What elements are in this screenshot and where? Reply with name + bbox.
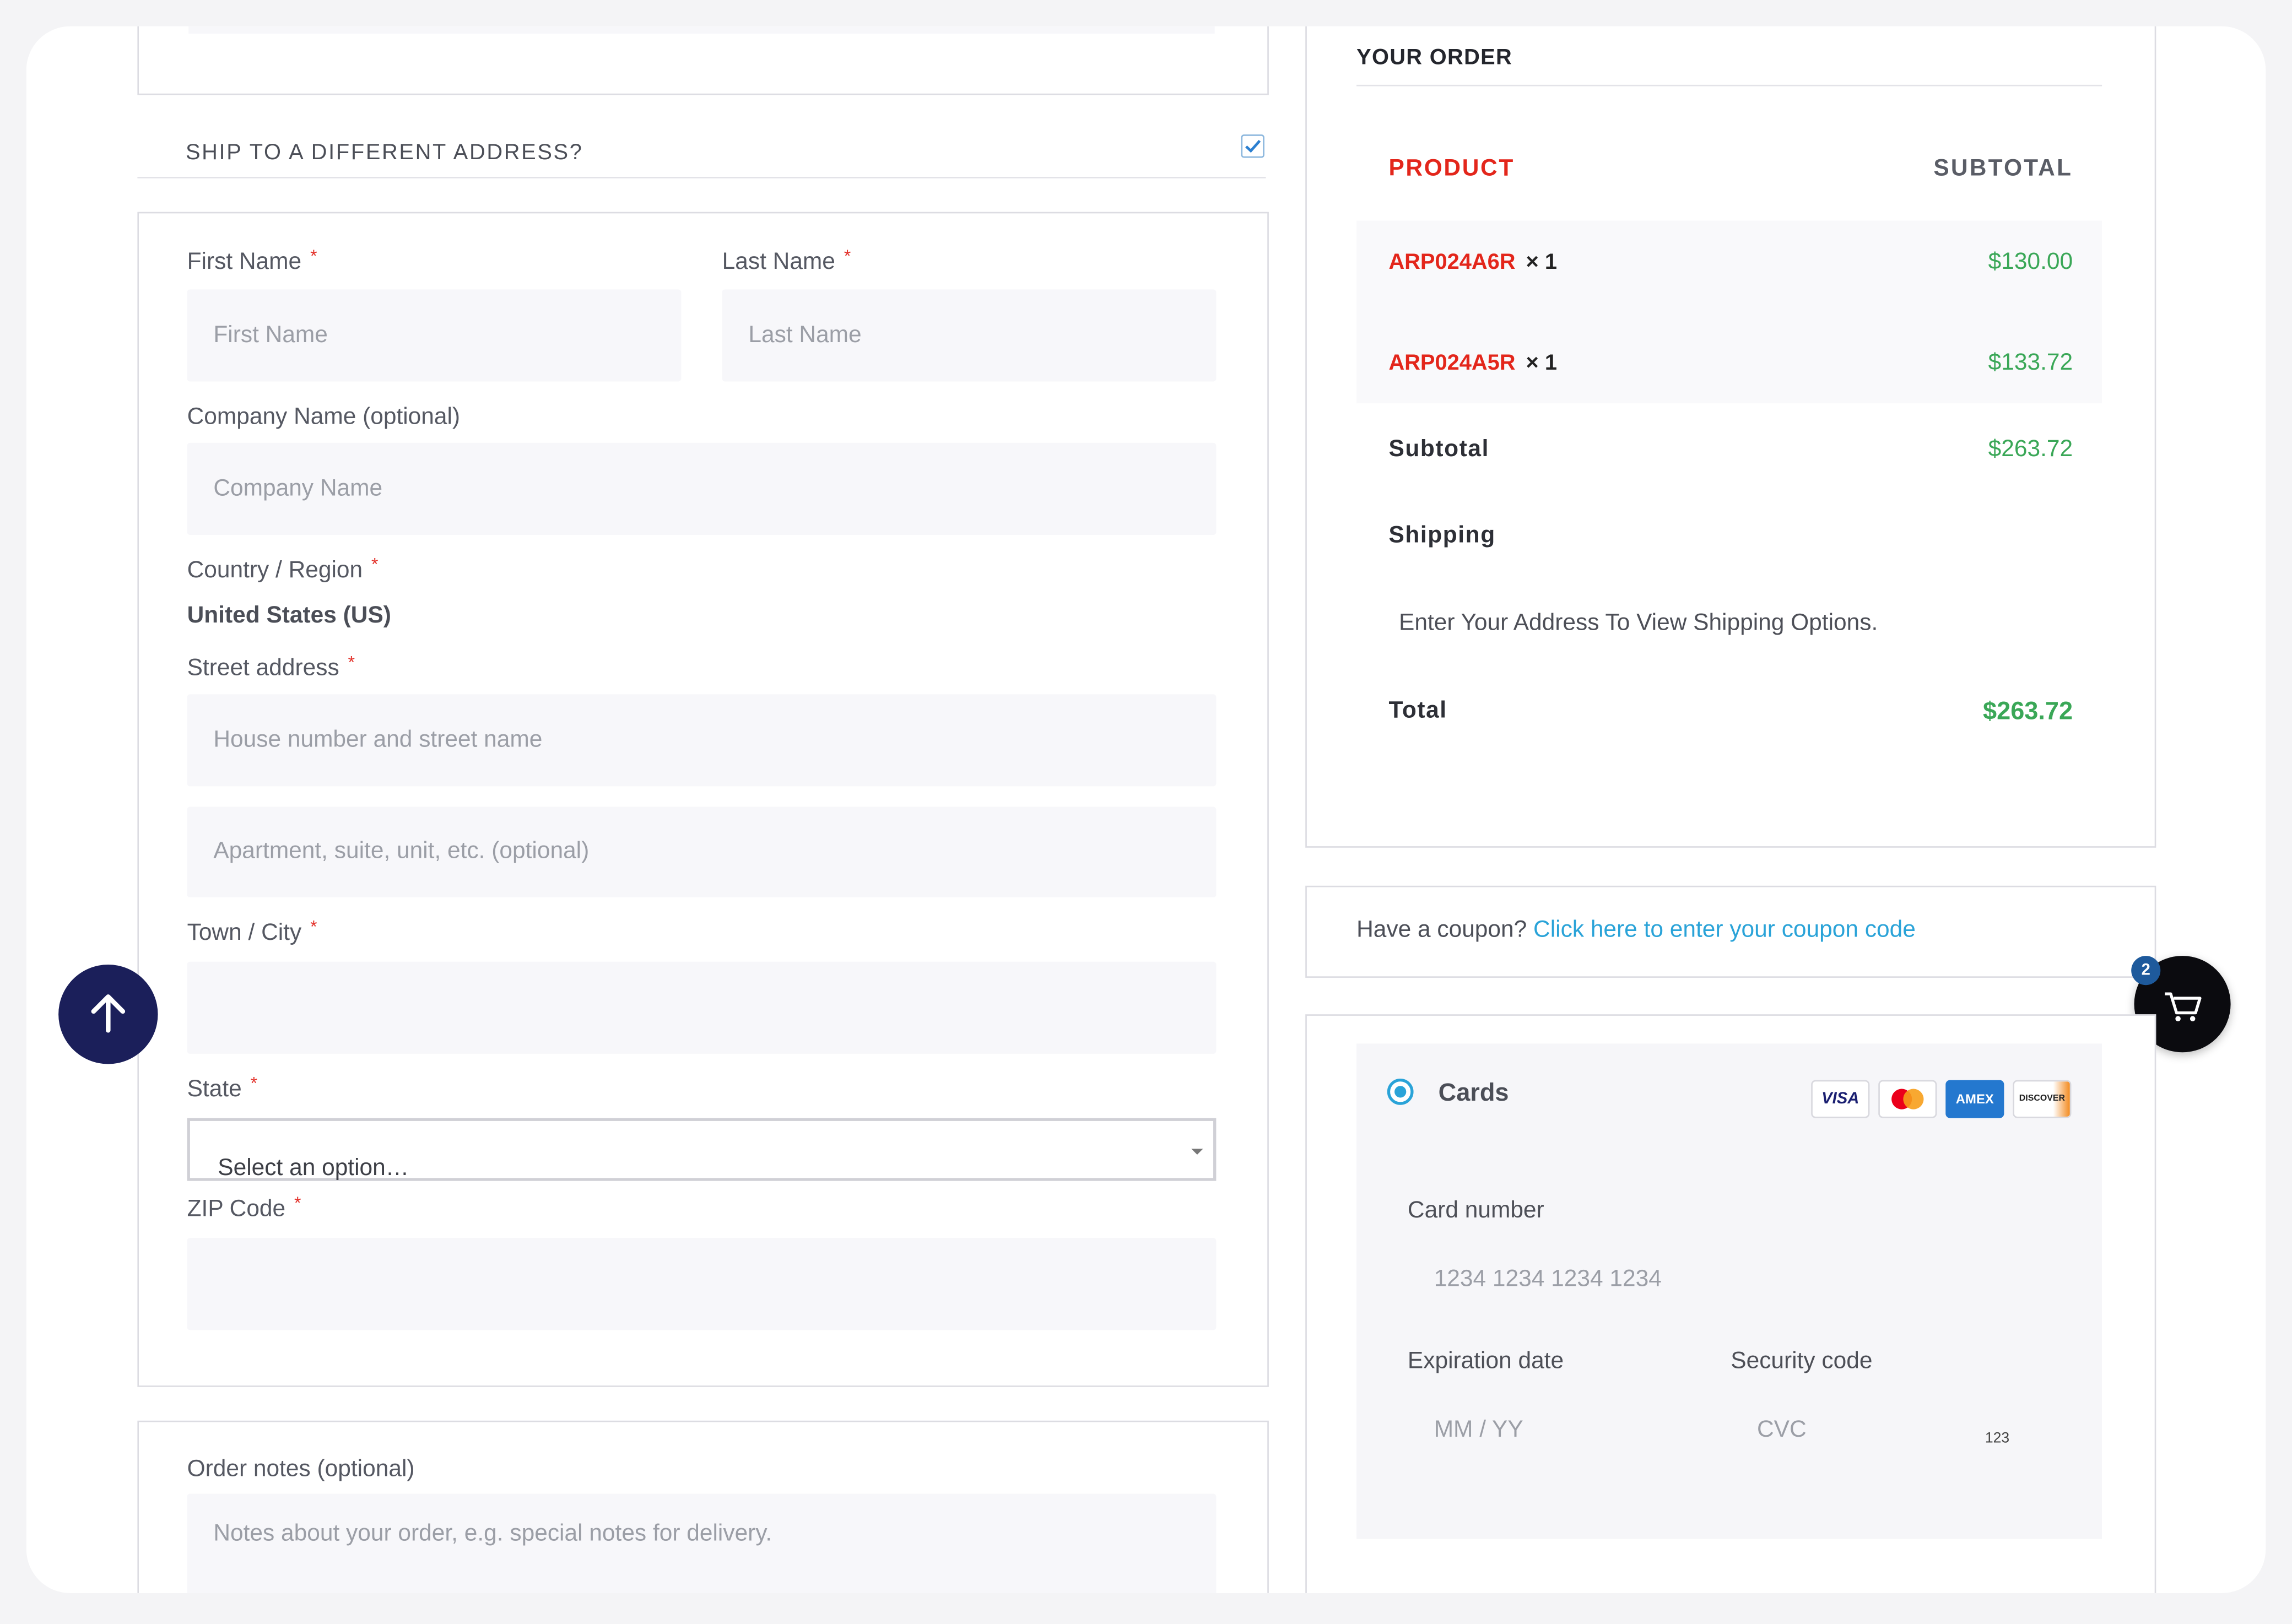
town-city-input[interactable] — [187, 961, 1217, 1054]
cards-radio[interactable] — [1387, 1078, 1414, 1105]
amex-icon: AMEX — [1945, 1080, 2004, 1118]
coupon-prompt: Have a coupon? Click here to enter your … — [1356, 918, 1916, 943]
expiry-input[interactable] — [1407, 1394, 1707, 1468]
product-quantity: × 1 — [1526, 250, 1558, 275]
billing-last-field[interactable] — [188, 26, 1215, 34]
product-quantity: × 1 — [1526, 350, 1558, 376]
order-notes-label: Order notes (optional) — [187, 1457, 415, 1482]
checkmark-icon — [1245, 139, 1261, 153]
zip-code-label: ZIP Code * — [187, 1192, 301, 1222]
last-name-input[interactable] — [722, 289, 1217, 382]
zip-code-input[interactable] — [187, 1238, 1217, 1330]
order-notes-input[interactable] — [187, 1493, 1217, 1593]
subtotal-value: $263.72 — [1988, 437, 2073, 462]
checkout-page: SHIP TO A DIFFERENT ADDRESS? First Name *… — [26, 26, 2266, 1593]
subtotal-label: Subtotal — [1388, 437, 1489, 462]
order-item-row: ARP024A5R × 1 — [1388, 351, 1557, 376]
product-price: $133.72 — [1988, 350, 2073, 376]
ship-different-heading: SHIP TO A DIFFERENT ADDRESS? — [185, 140, 583, 165]
state-label: State * — [187, 1073, 258, 1102]
your-order-heading: YOUR ORDER — [1356, 45, 1513, 71]
mastercard-icon — [1878, 1080, 1937, 1118]
discover-icon: DISCOVER — [2013, 1080, 2072, 1118]
company-name-label: Company Name (optional) — [187, 404, 461, 430]
visa-icon: VISA — [1811, 1080, 1870, 1118]
chevron-down-icon — [1191, 1149, 1203, 1155]
security-code-input[interactable] — [1731, 1394, 2067, 1468]
state-select[interactable]: Select an option… — [187, 1118, 1217, 1181]
billing-section-bottom — [137, 26, 1269, 95]
scroll-to-top-button[interactable] — [58, 965, 158, 1064]
subtotal-column-header: SUBTOTAL — [1933, 156, 2073, 181]
ship-different-checkbox[interactable] — [1241, 134, 1264, 158]
total-label: Total — [1388, 699, 1447, 724]
last-name-label: Last Name * — [722, 245, 851, 275]
first-name-label: First Name * — [187, 245, 317, 275]
your-order-divider — [1356, 84, 2102, 86]
cart-count-badge: 2 — [2131, 956, 2161, 986]
product-price: $130.00 — [1988, 250, 2073, 275]
street-address-input[interactable] — [187, 694, 1217, 787]
town-city-label: Town / City * — [187, 916, 317, 946]
arrow-up-icon — [91, 994, 126, 1033]
shipping-label: Shipping — [1388, 523, 1496, 548]
shipping-form — [137, 212, 1269, 1387]
expiry-label: Expiration date — [1407, 1349, 1564, 1374]
order-item-row: ARP024A6R × 1 — [1388, 250, 1557, 275]
card-number-input[interactable] — [1407, 1243, 2073, 1317]
country-label: Country / Region * — [187, 554, 379, 583]
state-select-value: Select an option… — [218, 1156, 409, 1181]
product-name[interactable]: ARP024A5R — [1388, 351, 1515, 376]
street-address-label: Street address * — [187, 652, 355, 681]
country-value: United States (US) — [187, 603, 391, 629]
card-number-label: Card number — [1407, 1198, 1544, 1224]
security-code-label: Security code — [1731, 1349, 1873, 1374]
first-name-input[interactable] — [187, 289, 682, 382]
product-column-header: PRODUCT — [1388, 156, 1515, 181]
cvc-hint-icon: 123 — [1985, 1431, 2010, 1447]
shipping-note: Enter Your Address To View Shipping Opti… — [1399, 610, 1878, 636]
total-value: $263.72 — [1983, 697, 2073, 725]
cards-method-label: Cards — [1438, 1078, 1509, 1107]
coupon-link[interactable]: Click here to enter your coupon code — [1533, 918, 1916, 943]
product-name[interactable]: ARP024A6R — [1388, 250, 1515, 275]
ship-heading-divider — [137, 177, 1266, 178]
company-name-input[interactable] — [187, 442, 1217, 535]
apartment-input[interactable] — [187, 806, 1217, 898]
